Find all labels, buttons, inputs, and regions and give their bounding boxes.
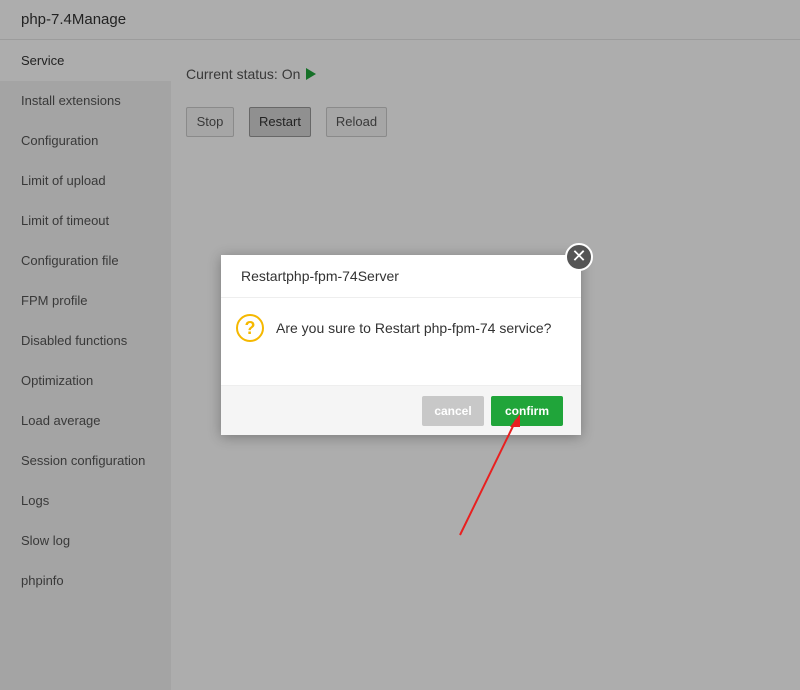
arrow-head [510, 414, 520, 427]
arrow-shaft [459, 419, 517, 536]
annotation-arrow [459, 414, 520, 536]
